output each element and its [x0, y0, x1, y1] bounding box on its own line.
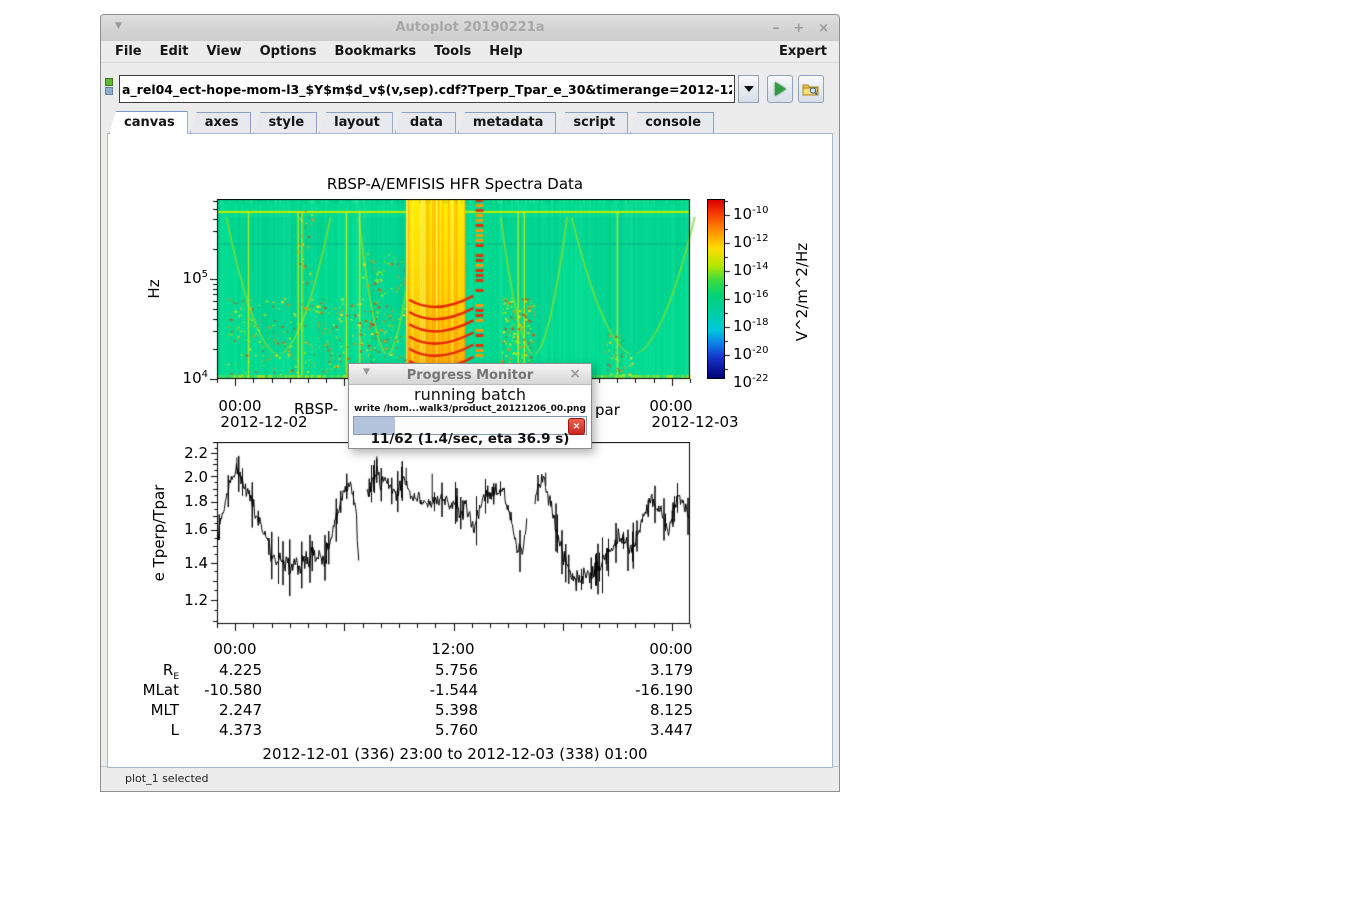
- window-menu-arrow-icon[interactable]: ▼: [115, 21, 122, 31]
- close-icon[interactable]: ×: [818, 21, 829, 36]
- dialog-close-icon[interactable]: ×: [569, 364, 581, 384]
- series-title-fragment-right: par: [595, 401, 620, 419]
- tab-script[interactable]: script: [558, 112, 628, 133]
- progress-monitor-dialog: ▼ Progress Monitor × running batch write…: [348, 363, 592, 449]
- timerange-footer: 2012-12-01 (336) 23:00 to 2012-12-03 (33…: [205, 745, 705, 763]
- spec-ytick-4: 104: [163, 369, 208, 387]
- menu-edit[interactable]: Edit: [151, 44, 198, 59]
- browse-button[interactable]: [798, 75, 824, 103]
- aux-value-R-1: 5.756: [358, 661, 478, 679]
- colorbar-tick--12: 10-12: [733, 233, 793, 251]
- colorbar-label: V^2/m^2/Hz: [793, 232, 811, 352]
- aux-value-MLT-2: 8.125: [573, 701, 693, 719]
- autoplot-window: ▼ Autoplot 20190221a – + × FileEditViewO…: [100, 14, 840, 792]
- colorbar-tick--20: 10-20: [733, 345, 793, 363]
- menu-options[interactable]: Options: [251, 44, 326, 59]
- menu-bar: FileEditViewOptionsBookmarksToolsHelp Ex…: [101, 41, 839, 63]
- spectrogram-ylabel: Hz: [145, 259, 163, 319]
- dialog-detail-text: write /hom...walk3/product_20121206_00.p…: [349, 404, 591, 414]
- menu-file[interactable]: File: [106, 44, 151, 59]
- series-ytick-1.8: 1.8: [168, 492, 208, 510]
- minimize-icon[interactable]: –: [773, 21, 780, 36]
- expert-menu[interactable]: Expert: [779, 44, 839, 59]
- aux-value-L-1: 5.760: [358, 721, 478, 739]
- tab-style[interactable]: style: [253, 112, 317, 133]
- colorbar-ticks: [725, 199, 733, 389]
- colorbar-tick--16: 10-16: [733, 289, 793, 307]
- spectrogram-canvas[interactable]: [210, 199, 696, 387]
- spectrogram-title: RBSP-A/EMFISIS HFR Spectra Data: [255, 175, 655, 193]
- dialog-title: Progress Monitor: [407, 368, 534, 383]
- aux-value-R-0: 4.225: [142, 661, 262, 679]
- dialog-task-label: running batch: [349, 385, 591, 404]
- colorbar-tick--14: 10-14: [733, 261, 793, 279]
- tab-axes[interactable]: axes: [190, 112, 252, 133]
- canvas-panel: RBSP-A/EMFISIS HFR Spectra Data Hz V^2/m…: [107, 133, 833, 768]
- uri-input[interactable]: [119, 75, 735, 103]
- series-xtick-0: 00:00: [205, 640, 265, 658]
- menu-items: FileEditViewOptionsBookmarksToolsHelp: [101, 44, 532, 59]
- status-bar: plot_1 selected: [101, 766, 839, 791]
- aux-value-MLT-1: 5.398: [358, 701, 478, 719]
- dialog-menu-arrow-icon[interactable]: ▼: [363, 367, 370, 377]
- aux-value-R-2: 3.179: [573, 661, 693, 679]
- datasource-status-icon[interactable]: [105, 77, 117, 101]
- chevron-down-icon: [744, 86, 754, 92]
- spec-xtick-right-date: 2012-12-03: [645, 413, 745, 431]
- datasource-blue-square-icon: [105, 87, 113, 95]
- menu-view[interactable]: View: [197, 44, 250, 59]
- status-text: plot_1 selected: [125, 772, 209, 785]
- series-ytick-2.2: 2.2: [168, 444, 208, 462]
- series-ytick-2.0: 2.0: [168, 468, 208, 486]
- tab-canvas[interactable]: canvas: [109, 111, 188, 134]
- window-titlebar[interactable]: ▼ Autoplot 20190221a – + ×: [101, 15, 839, 42]
- menu-bookmarks[interactable]: Bookmarks: [326, 44, 426, 59]
- tab-bar: canvasaxesstylelayoutdatametadatascriptc…: [109, 111, 831, 133]
- tab-layout[interactable]: layout: [319, 112, 393, 133]
- tab-console[interactable]: console: [630, 112, 714, 133]
- series-ylabel: e Tperp/Tpar: [150, 463, 168, 603]
- menu-help[interactable]: Help: [480, 44, 531, 59]
- colorbar-gradient: [707, 199, 725, 379]
- aux-value-MLat-1: -1.544: [358, 681, 478, 699]
- menu-tools[interactable]: Tools: [425, 44, 480, 59]
- colorbar-tick--10: 10-10: [733, 205, 793, 223]
- colorbar-tick--22: 10-22: [733, 373, 793, 391]
- datasource-green-square-icon: [105, 78, 113, 86]
- uri-dropdown-button[interactable]: [738, 75, 759, 103]
- aux-value-MLat-2: -16.190: [573, 681, 693, 699]
- open-folder-icon: [802, 82, 820, 97]
- spec-ytick-5: 105: [163, 269, 208, 287]
- go-button[interactable]: [767, 75, 793, 103]
- window-title: Autoplot 20190221a: [395, 20, 544, 35]
- colorbar-tick--18: 10-18: [733, 317, 793, 335]
- play-icon: [775, 82, 786, 96]
- dialog-status-text: 11/62 (1.4/sec, eta 36.9 s): [349, 431, 591, 447]
- maximize-icon[interactable]: +: [793, 21, 804, 36]
- series-xtick-1: 12:00: [423, 640, 483, 658]
- series-ytick-1.2: 1.2: [168, 591, 208, 609]
- series-title-fragment-left: RBSP-: [294, 400, 338, 418]
- series-ytick-1.6: 1.6: [168, 520, 208, 538]
- timeseries-canvas[interactable]: [210, 442, 696, 632]
- tab-data[interactable]: data: [395, 112, 456, 133]
- series-xtick-2: 00:00: [641, 640, 701, 658]
- aux-value-MLat-0: -10.580: [142, 681, 262, 699]
- series-ytick-1.4: 1.4: [168, 554, 208, 572]
- dialog-titlebar[interactable]: ▼ Progress Monitor ×: [349, 364, 591, 385]
- aux-value-L-2: 3.447: [573, 721, 693, 739]
- aux-value-MLT-0: 2.247: [142, 701, 262, 719]
- tab-metadata[interactable]: metadata: [458, 112, 556, 133]
- aux-value-L-0: 4.373: [142, 721, 262, 739]
